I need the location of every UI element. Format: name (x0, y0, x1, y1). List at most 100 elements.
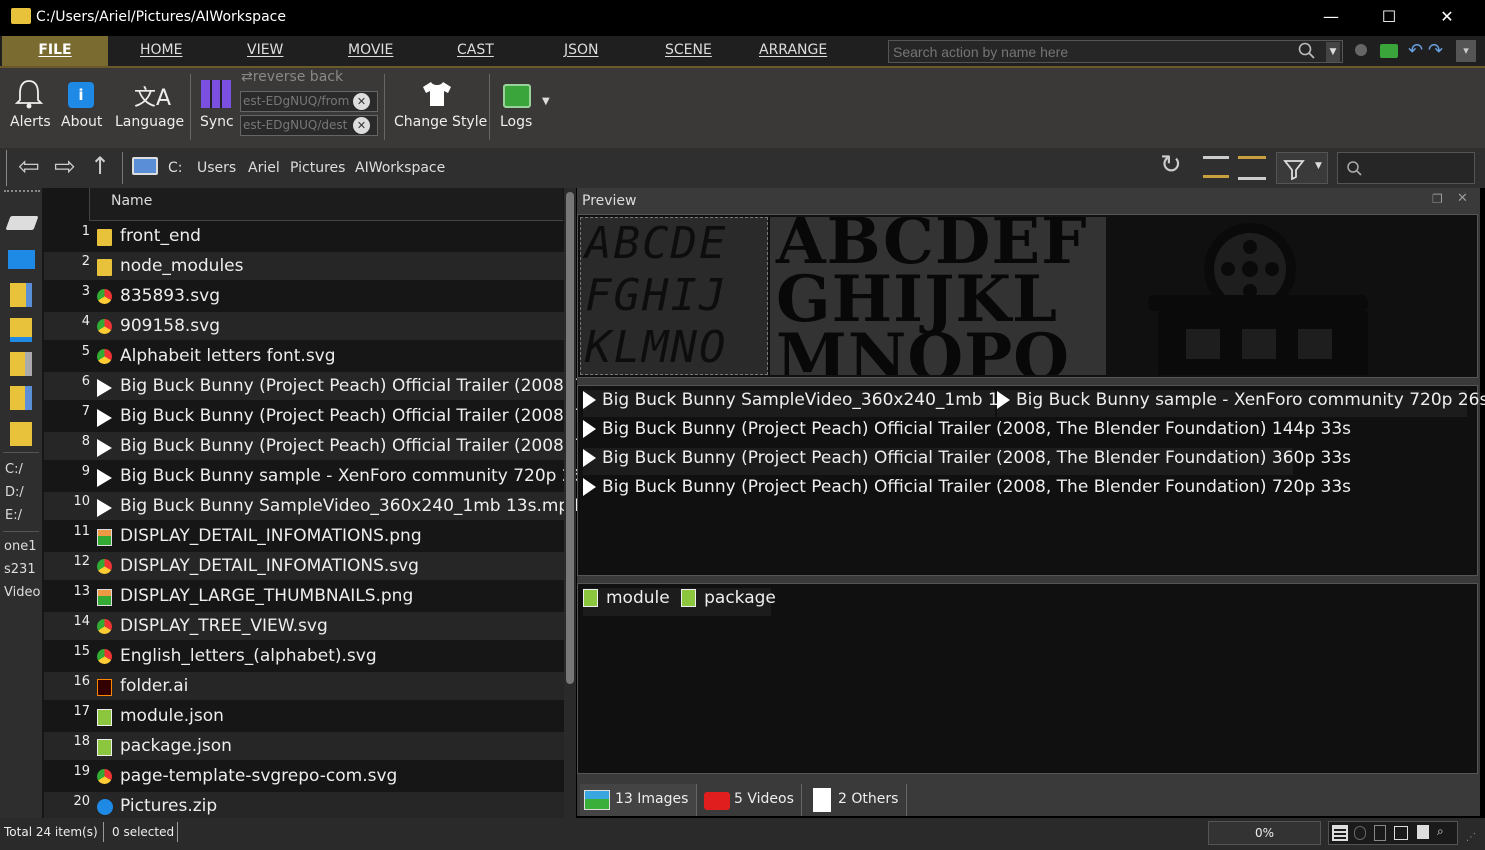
list-view-icon[interactable] (1238, 156, 1266, 180)
tab-videos[interactable]: 5 Videos (700, 784, 802, 816)
sync-button[interactable]: Sync (200, 114, 234, 130)
menu-home[interactable]: HOME (140, 36, 182, 66)
change-style-button[interactable]: Change Style (394, 114, 487, 130)
thumbnail-digital-font[interactable]: ABCDE FGHIJ KLMNO (580, 217, 768, 375)
about-button[interactable]: About (61, 114, 102, 130)
column-header-name[interactable]: Name (89, 188, 563, 221)
table-row[interactable]: 19 page-template-svgrepo-com.svg (44, 762, 565, 790)
table-row[interactable]: 7 Big Buck Bunny (Project Peach) Official… (44, 402, 606, 430)
clear-dest-icon[interactable]: ✕ (353, 117, 370, 134)
contact-view-icon[interactable] (1374, 825, 1386, 841)
table-row[interactable]: 2 node_modules (44, 252, 565, 280)
table-row[interactable]: 3 835893.svg (44, 282, 565, 310)
menu-file[interactable]: FILE (2, 36, 108, 66)
computer-icon[interactable] (132, 157, 158, 175)
tree-view-icon[interactable] (1203, 156, 1229, 178)
undo-icon[interactable]: ↶ (1408, 40, 1423, 61)
search-icon[interactable] (1298, 42, 1316, 60)
drive-e[interactable]: E:/ (5, 508, 22, 523)
breadcrumb-aiworkspace[interactable]: AIWorkspace (355, 160, 445, 176)
forward-arrow-icon[interactable]: ⇨ (54, 152, 76, 182)
refresh-icon[interactable]: ↻ (1160, 150, 1182, 180)
breadcrumb-c[interactable]: C: (168, 160, 183, 176)
tab-others[interactable]: 2 Others (805, 784, 907, 816)
table-row[interactable]: 17 module.json (44, 702, 565, 730)
tshirt-icon[interactable] (421, 80, 453, 108)
redo-icon[interactable]: ↷ (1428, 40, 1443, 61)
pictures-folder-icon[interactable] (10, 352, 32, 376)
others-item-module[interactable]: module (606, 588, 670, 608)
documents-folder-icon[interactable] (10, 283, 32, 307)
table-row[interactable]: 8 Big Buck Bunny (Project Peach) Official… (44, 432, 606, 460)
filter-button[interactable]: ▼ (1276, 152, 1328, 184)
tab-images[interactable]: 13 Images (580, 784, 697, 816)
menu-movie[interactable]: MOVIE (348, 36, 393, 66)
table-row[interactable]: 11 DISPLAY_DETAIL_INFOMATIONS.png (44, 522, 565, 550)
table-row[interactable]: 14 DISPLAY_TREE_VIEW.svg (44, 612, 565, 640)
desktop-icon[interactable] (8, 250, 35, 269)
alerts-label[interactable]: Alerts (10, 114, 51, 130)
video-item[interactable]: Big Buck Bunny (Project Peach) Official … (583, 448, 1351, 475)
info-icon[interactable]: i (68, 82, 94, 108)
breadcrumb-users[interactable]: Users (197, 160, 236, 176)
sidebar-shortcut-2[interactable]: s231 (4, 562, 42, 577)
drive-c[interactable]: C:/ (5, 462, 23, 477)
table-row[interactable]: 16 folder.ai (44, 672, 565, 700)
drive-icon[interactable] (5, 216, 39, 230)
menu-json[interactable]: JSON (564, 36, 599, 66)
sidebar-shortcut-3[interactable]: Video (4, 585, 42, 600)
menu-scene[interactable]: SCENE (665, 36, 712, 66)
clear-from-icon[interactable]: ✕ (353, 93, 370, 110)
search-dropdown-icon[interactable]: ▼ (1326, 42, 1340, 62)
drive-d[interactable]: D:/ (5, 485, 24, 500)
minimize-button[interactable]: — (1302, 0, 1360, 36)
zoom-view-icon[interactable]: ⌕ (1437, 824, 1444, 839)
menu-arrange[interactable]: ARRANGE (759, 36, 827, 66)
table-row[interactable]: 1 front_end (44, 222, 565, 250)
language-button[interactable]: Language (115, 114, 184, 130)
downloads-folder-icon[interactable] (10, 318, 32, 342)
action-search-input[interactable] (888, 40, 1343, 63)
restore-icon[interactable]: ❐ (1432, 192, 1443, 206)
menu-cast[interactable]: CAST (457, 36, 494, 66)
table-row[interactable]: 9 Big Buck Bunny sample - XenForo communi… (44, 462, 598, 490)
video-item[interactable]: Big Buck Bunny SampleVideo_360x240_1mb 1… (583, 390, 1018, 417)
sidebar-shortcut-1[interactable]: one1 (4, 539, 42, 554)
breadcrumb-pictures[interactable]: Pictures (290, 160, 345, 176)
record-icon[interactable] (1355, 44, 1367, 56)
video-item[interactable]: Big Buck Bunny (Project Peach) Official … (583, 477, 1351, 504)
thumbnail-cinema-icon[interactable] (1138, 217, 1398, 375)
breadcrumb-ariel[interactable]: Ariel (248, 160, 280, 176)
up-arrow-icon[interactable]: ↑ (90, 152, 110, 180)
scrollbar-thumb[interactable] (566, 192, 574, 684)
list-scrollbar[interactable] (564, 188, 576, 818)
table-row[interactable]: 6 Big Buck Bunny (Project Peach) Official… (44, 372, 606, 400)
video-item[interactable]: Big Buck Bunny (Project Peach) Official … (583, 419, 1351, 446)
sync-icon[interactable] (201, 80, 231, 108)
maximize-button[interactable]: ☐ (1360, 0, 1418, 36)
table-row[interactable]: 13 DISPLAY_LARGE_THUMBNAILS.png (44, 582, 565, 610)
logs-small-icon[interactable] (1380, 44, 1398, 58)
table-row[interactable]: 15 English_letters_(alphabet).svg (44, 642, 565, 670)
language-icon[interactable]: 文A (134, 80, 171, 112)
table-row[interactable]: 18 package.json (44, 732, 565, 760)
gallery-view-icon[interactable] (1394, 826, 1408, 840)
collapse-ribbon-icon[interactable]: ▾ (1456, 40, 1476, 62)
logs-icon[interactable] (503, 84, 531, 108)
video-item[interactable]: Big Buck Bunny sample - XenForo communit… (997, 390, 1485, 417)
logs-dropdown-icon[interactable]: ▼ (542, 96, 550, 107)
database-view-icon[interactable] (1354, 826, 1366, 840)
table-row[interactable]: 20 Pictures.zip (44, 792, 565, 820)
reverse-back-button[interactable]: ⇄reverse back (241, 69, 343, 85)
favorites-folder-icon[interactable] (10, 422, 32, 446)
thumbnail-alphabet-font[interactable]: ABCDEF GHIJKL MNOPQ (770, 217, 1106, 375)
videos-folder-icon[interactable] (10, 386, 32, 410)
resize-grip-icon[interactable]: ⋰ (1466, 832, 1476, 843)
menu-view[interactable]: VIEW (247, 36, 283, 66)
close-panel-icon[interactable]: ✕ (1457, 191, 1468, 206)
details-view-icon[interactable] (1332, 825, 1348, 841)
table-row[interactable]: 5 Alphabeit letters font.svg (44, 342, 565, 370)
close-button[interactable]: ✕ (1418, 0, 1476, 36)
table-row[interactable]: 12 DISPLAY_DETAIL_INFOMATIONS.svg (44, 552, 565, 580)
alerts-button[interactable] (14, 78, 44, 114)
